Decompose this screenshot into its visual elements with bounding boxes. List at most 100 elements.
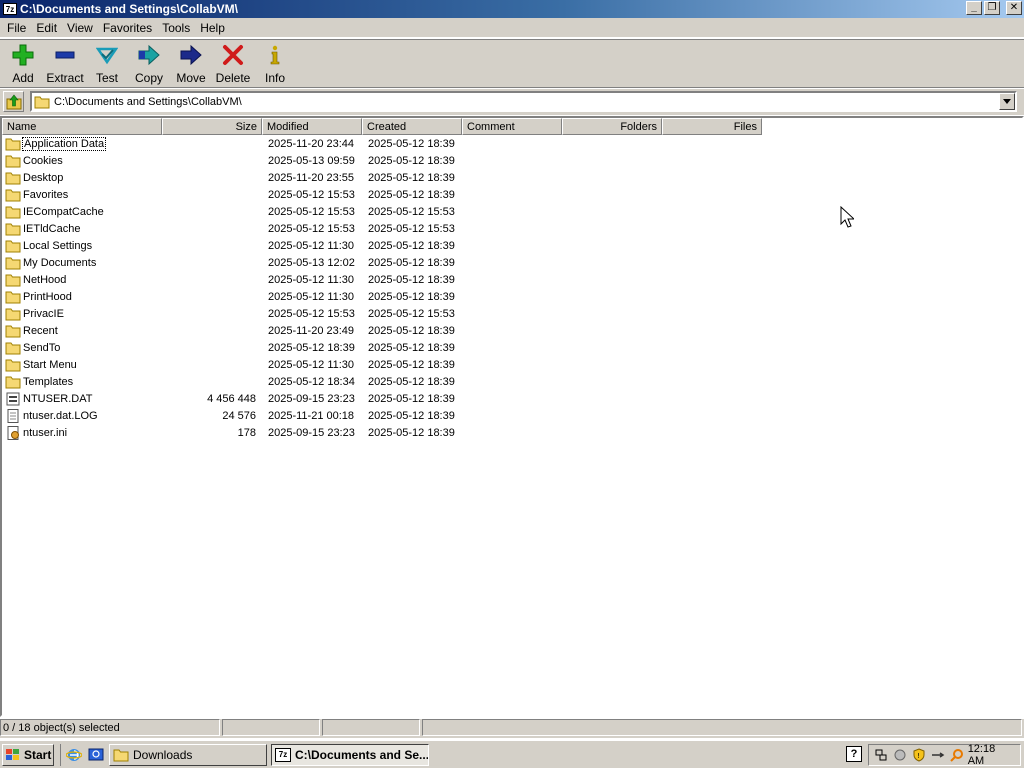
menu-edit[interactable]: Edit (31, 21, 62, 35)
file-modified: 2025-05-13 12:02 (268, 256, 355, 269)
column-header-size[interactable]: Size (162, 118, 262, 135)
task-downloads[interactable]: Downloads (109, 743, 267, 766)
file-modified: 2025-05-12 11:30 (268, 273, 355, 286)
file-row[interactable]: IETldCache 2025-05-12 15:53 2025-05-12 15:… (2, 220, 462, 237)
file-row[interactable]: Recent 2025-11-20 23:49 2025-05-12 18:39 (2, 322, 462, 339)
volume-icon[interactable] (892, 747, 908, 763)
address-combobox[interactable]: C:\Documents and Settings\CollabVM\ (30, 91, 1017, 112)
folder-icon (5, 291, 21, 303)
file-name-cell[interactable]: SendTo (2, 341, 162, 355)
file-name: My Documents (23, 256, 97, 269)
file-name-cell[interactable]: PrivacIE (2, 307, 162, 321)
file-created: 2025-05-12 15:53 (368, 222, 455, 235)
file-created: 2025-05-12 18:39 (368, 137, 455, 150)
file-name: ntuser.ini (23, 426, 68, 439)
delete-button[interactable]: Delete (212, 40, 254, 87)
file-row[interactable]: SendTo 2025-05-12 18:39 2025-05-12 18:39 (2, 339, 462, 356)
file-created: 2025-05-12 18:39 (368, 188, 455, 201)
add-icon (12, 44, 34, 66)
move-button[interactable]: Move (170, 40, 212, 87)
file-list[interactable]: Name Size Modified Created Comment Folde… (0, 116, 1024, 717)
file-name-cell[interactable]: PrintHood (2, 290, 162, 304)
file-row[interactable]: PrintHood 2025-05-12 11:30 2025-05-12 18:3… (2, 288, 462, 305)
file-modified: 2025-05-12 18:39 (268, 341, 355, 354)
help-icon[interactable]: ? (846, 746, 862, 762)
file-name-cell[interactable]: Cookies (2, 154, 162, 168)
show-desktop-icon[interactable] (87, 746, 105, 764)
file-row[interactable]: Templates 2025-05-12 18:34 2025-05-12 18:3… (2, 373, 462, 390)
file-row[interactable]: Application Data 2025-11-20 23:44 2025-05-… (2, 135, 462, 152)
info-label: Info (264, 71, 285, 85)
column-header-folders[interactable]: Folders (562, 118, 662, 135)
file-row[interactable]: Favorites 2025-05-12 15:53 2025-05-12 18:3… (2, 186, 462, 203)
usb-device-icon[interactable] (930, 747, 946, 763)
network-icon[interactable] (873, 747, 889, 763)
file-modified: 2025-05-12 15:53 (268, 188, 355, 201)
file-modified: 2025-05-12 11:30 (268, 290, 355, 303)
test-button[interactable]: Test (86, 40, 128, 87)
folder-icon (5, 376, 21, 388)
add-button[interactable]: Add (2, 40, 44, 87)
file-name-cell[interactable]: IECompatCache (2, 205, 162, 219)
file-name-cell[interactable]: IETldCache (2, 222, 162, 236)
column-header-name[interactable]: Name (2, 118, 162, 135)
search-icon[interactable] (949, 747, 965, 763)
minimize-button[interactable]: _ (966, 1, 982, 15)
file-name-cell[interactable]: Start Menu (2, 358, 162, 372)
file-name: IECompatCache (23, 205, 104, 218)
file-row[interactable]: Start Menu 2025-05-12 11:30 2025-05-12 18:… (2, 356, 462, 373)
file-name-cell[interactable]: ntuser.ini (2, 425, 162, 440)
clock[interactable]: 12:18 AM (968, 743, 1014, 767)
file-name-cell[interactable]: ntuser.dat.LOG (2, 408, 162, 423)
file-created: 2025-05-12 18:39 (368, 409, 455, 422)
file-name-cell[interactable]: Local Settings (2, 239, 162, 253)
file-row[interactable]: PrivacIE 2025-05-12 15:53 2025-05-12 15:53 (2, 305, 462, 322)
menu-file[interactable]: File (2, 21, 31, 35)
file-name-cell[interactable]: Favorites (2, 188, 162, 202)
menu-bar: File Edit View Favorites Tools Help (0, 18, 1024, 38)
menu-favorites[interactable]: Favorites (98, 21, 157, 35)
security-shield-icon[interactable]: ! (911, 747, 927, 763)
file-size: 178 (237, 426, 256, 439)
file-name: IETldCache (23, 222, 81, 235)
file-name-cell[interactable]: NetHood (2, 273, 162, 287)
file-name: NTUSER.DAT (23, 392, 93, 405)
file-name-cell[interactable]: Desktop (2, 171, 162, 185)
internet-explorer-icon[interactable] (65, 746, 83, 764)
extract-button[interactable]: Extract (44, 40, 86, 87)
column-header-modified[interactable]: Modified (262, 118, 362, 135)
file-name-cell[interactable]: NTUSER.DAT (2, 392, 162, 406)
menu-tools[interactable]: Tools (157, 21, 195, 35)
7zip-app-icon[interactable]: 7z (3, 3, 17, 15)
file-row[interactable]: Local Settings 2025-05-12 11:30 2025-05-12… (2, 237, 462, 254)
file-row[interactable]: NTUSER.DAT 4 456 448 2025-09-15 23:23 2025-… (2, 390, 462, 407)
file-row[interactable]: NetHood 2025-05-12 11:30 2025-05-12 18:39 (2, 271, 462, 288)
file-row[interactable]: ntuser.dat.LOG 24 576 2025-11-21 00:18 2025… (2, 407, 462, 424)
file-row[interactable]: ntuser.ini 178 2025-09-15 23:23 2025-05-12 … (2, 424, 462, 441)
copy-button[interactable]: Copy (128, 40, 170, 87)
restore-button[interactable]: ❐ (984, 1, 1000, 15)
menu-help[interactable]: Help (195, 21, 230, 35)
file-row[interactable]: My Documents 2025-05-13 12:02 2025-05-12 1… (2, 254, 462, 271)
file-modified: 2025-09-15 23:23 (268, 392, 355, 405)
folder-icon (5, 342, 21, 354)
info-button[interactable]: Info (254, 40, 296, 87)
close-button[interactable]: ✕ (1006, 1, 1022, 15)
file-row[interactable]: IECompatCache 2025-05-12 15:53 2025-05-12 … (2, 203, 462, 220)
column-header-created[interactable]: Created (362, 118, 462, 135)
file-name-cell[interactable]: Recent (2, 324, 162, 338)
title-bar[interactable]: 7z C:\Documents and Settings\CollabVM\ _… (0, 0, 1024, 18)
address-dropdown-button[interactable] (999, 93, 1015, 110)
up-folder-button[interactable] (3, 91, 24, 112)
file-row[interactable]: Desktop 2025-11-20 23:55 2025-05-12 18:39 (2, 169, 462, 186)
file-created: 2025-05-12 18:39 (368, 171, 455, 184)
task-7zip-window[interactable]: 7z C:\Documents and Se... (271, 743, 429, 766)
file-name-cell[interactable]: Templates (2, 375, 162, 389)
file-name-cell[interactable]: Application Data (2, 136, 162, 151)
file-row[interactable]: Cookies 2025-05-13 09:59 2025-05-12 18:39 (2, 152, 462, 169)
menu-view[interactable]: View (62, 21, 98, 35)
column-header-comment[interactable]: Comment (462, 118, 562, 135)
file-name-cell[interactable]: My Documents (2, 256, 162, 270)
start-button[interactable]: Start (2, 743, 54, 766)
column-header-files[interactable]: Files (662, 118, 762, 135)
